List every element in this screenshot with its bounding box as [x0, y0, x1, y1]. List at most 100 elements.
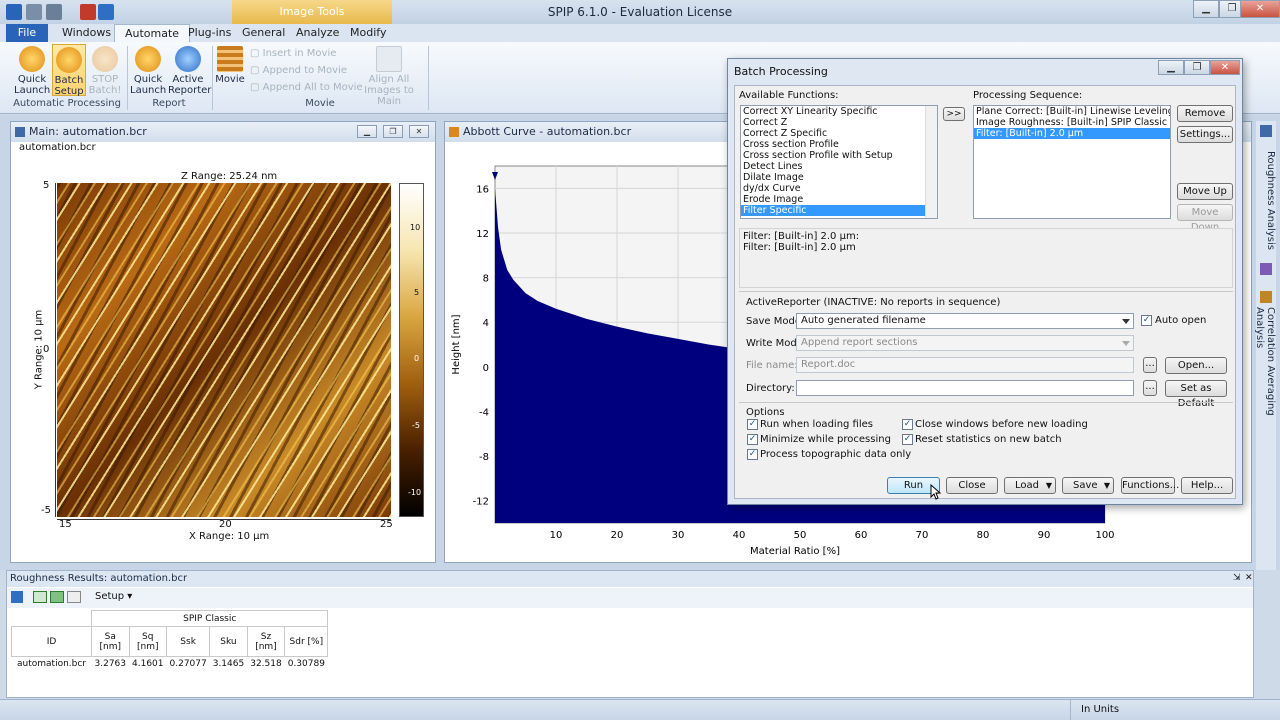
- close-button[interactable]: Close: [946, 477, 998, 494]
- stop-batch-button[interactable]: STOP Batch!: [88, 46, 122, 96]
- browse-file-button[interactable]: ...: [1143, 357, 1157, 373]
- add-function-button[interactable]: >>: [943, 107, 965, 121]
- settings-button[interactable]: Settings...: [1177, 126, 1233, 143]
- functions-button[interactable]: Functions...: [1121, 477, 1179, 494]
- ribbon-separator: [212, 46, 213, 110]
- list-item[interactable]: Correct XY Linearity Specific: [741, 106, 937, 117]
- append-to-movie-button[interactable]: ▢ Append to Movie: [250, 65, 347, 76]
- save-icon[interactable]: [11, 591, 23, 603]
- active-reporter-label: Active Reporter: [168, 74, 212, 96]
- column-header[interactable]: Sz [nm]: [246, 626, 286, 657]
- list-item[interactable]: dy/dx Curve: [741, 183, 937, 194]
- tab-file[interactable]: File: [6, 24, 48, 42]
- column-header[interactable]: Sku: [209, 626, 248, 657]
- table-cell: 0.30789: [287, 658, 325, 669]
- table-view-icon[interactable]: [67, 591, 81, 603]
- table-view-icon[interactable]: [50, 591, 64, 603]
- list-item[interactable]: Erode Image: [741, 194, 937, 205]
- topographic-only-checkbox[interactable]: ✓: [747, 449, 758, 460]
- minimize-icon[interactable]: ▁: [1158, 60, 1184, 75]
- list-item[interactable]: Correct Z: [741, 117, 937, 128]
- remove-button[interactable]: Remove: [1177, 105, 1233, 122]
- close-icon[interactable]: ✕: [1210, 60, 1240, 75]
- quick-launch-button[interactable]: Quick Launch: [14, 46, 50, 96]
- close-icon[interactable]: ✕: [1245, 573, 1253, 583]
- help-button[interactable]: Help...: [1181, 477, 1233, 494]
- movie-button[interactable]: Movie: [214, 46, 246, 85]
- side-tab-roughness[interactable]: Roughness Analysis: [1258, 151, 1276, 261]
- close-windows-checkbox[interactable]: ✓: [902, 419, 913, 430]
- save-button[interactable]: Save ▼: [1062, 477, 1114, 494]
- tab-modify[interactable]: Modify: [340, 24, 396, 42]
- window-caption: Main: automation.bcr ▁ ❐ ✕: [11, 122, 435, 142]
- processing-sequence-list[interactable]: Plane Correct: [Built-in] Linewise Level…: [973, 105, 1171, 219]
- y-tick-label: 8: [483, 274, 489, 285]
- units-status: In Units: [1081, 704, 1120, 715]
- tab-windows[interactable]: Windows: [52, 24, 121, 42]
- table-row[interactable]: automation.bcr 3.2763 4.1601 0.27077 3.1465 3…: [12, 657, 328, 671]
- run-when-loading-checkbox[interactable]: ✓: [747, 419, 758, 430]
- save-label: Save: [1073, 480, 1098, 491]
- maximize-icon[interactable]: ❐: [383, 125, 403, 138]
- file-name-input[interactable]: Report.doc: [796, 357, 1134, 373]
- minimize-icon[interactable]: ▁: [357, 125, 377, 138]
- list-item[interactable]: Cross section Profile: [741, 139, 937, 150]
- description-line: Filter: [Built-in] 2.0 µm:: [743, 231, 860, 242]
- setup-dropdown[interactable]: Setup ▾: [95, 591, 132, 602]
- maximize-icon[interactable]: ❐: [1184, 60, 1210, 75]
- side-tab-correlation[interactable]: Correlation Averaging Analysis: [1254, 307, 1276, 447]
- chart-icon: [449, 127, 459, 137]
- open-button[interactable]: Open...: [1165, 357, 1227, 374]
- active-reporter-button[interactable]: Active Reporter: [168, 46, 212, 96]
- panel-toolbar: Setup ▾: [7, 588, 1253, 608]
- write-mode-select[interactable]: Append report sections: [796, 335, 1134, 351]
- insert-in-movie-button[interactable]: ▢ Insert in Movie: [250, 48, 336, 59]
- reset-statistics-checkbox[interactable]: ✓: [902, 434, 913, 445]
- close-icon[interactable]: ✕: [1240, 0, 1280, 18]
- batch-setup-button[interactable]: Batch Setup: [52, 44, 86, 97]
- roughness-table: SPIP Classic ID Sa [nm] Sq [nm] Ssk Sku Sz [n…: [11, 610, 329, 671]
- x-tick-label: 90: [1038, 530, 1051, 541]
- list-item[interactable]: Cross section Profile with Setup: [741, 150, 937, 161]
- close-icon[interactable]: ✕: [409, 125, 429, 138]
- x-tick-label: 80: [977, 530, 990, 541]
- minimize-icon[interactable]: ▁: [1193, 0, 1219, 18]
- chevron-down-icon: [1122, 319, 1130, 324]
- column-header[interactable]: ID: [11, 626, 92, 657]
- move-up-button[interactable]: Move Up: [1177, 183, 1233, 200]
- list-item[interactable]: Plane Correct: [Built-in] Linewise Level…: [974, 106, 1170, 117]
- auto-open-checkbox[interactable]: ✓: [1141, 315, 1152, 326]
- afm-height-image[interactable]: [57, 183, 391, 517]
- list-item[interactable]: Filter Specific: [741, 205, 937, 216]
- available-functions-list[interactable]: Correct XY Linearity Specific Correct Z Co…: [740, 105, 938, 219]
- x-tick-label: 70: [916, 530, 929, 541]
- table-view-icon[interactable]: [33, 591, 47, 603]
- scrollbar[interactable]: [925, 106, 937, 218]
- column-header[interactable]: Ssk: [165, 626, 211, 657]
- directory-input[interactable]: [796, 380, 1134, 396]
- append-all-to-movie-button[interactable]: ▢ Append All to Movie: [250, 82, 363, 93]
- save-mode-select[interactable]: Auto generated filename: [796, 313, 1134, 329]
- set-as-default-button[interactable]: Set as Default: [1165, 380, 1227, 409]
- minimize-while-processing-checkbox[interactable]: ✓: [747, 434, 758, 445]
- move-down-button[interactable]: Move Down: [1177, 204, 1233, 233]
- quick-launch-report-button[interactable]: Quick Launch: [130, 46, 166, 96]
- browse-directory-button[interactable]: ...: [1143, 380, 1157, 396]
- list-item[interactable]: Correct Z Specific: [741, 128, 937, 139]
- panel-title: Roughness Results: automation.bcr: [7, 571, 1253, 587]
- x-axis-title: X Range: 10 µm: [189, 531, 270, 542]
- column-header[interactable]: Sa [nm]: [91, 626, 130, 657]
- list-item[interactable]: Dilate Image: [741, 172, 937, 183]
- stop-batch-label: STOP Batch!: [88, 74, 122, 96]
- column-header[interactable]: Sdr [%]: [284, 626, 329, 657]
- pin-icon[interactable]: ⇲: [1233, 573, 1241, 583]
- ribbon-tabs: File Windows Automate Plug-ins General A…: [0, 24, 1280, 42]
- x-tick-label: 40: [733, 530, 746, 541]
- list-item[interactable]: Filter: [Built-in] 2.0 µm: [974, 128, 1170, 139]
- list-item[interactable]: Image Roughness: [Built-in] SPIP Classic…: [974, 117, 1170, 128]
- column-header[interactable]: Sq [nm]: [128, 626, 167, 657]
- dialog-body: Available Functions: Correct XY Linearit…: [734, 85, 1236, 500]
- list-item[interactable]: Detect Lines: [741, 161, 937, 172]
- dialog-title: Batch Processing: [734, 65, 828, 78]
- load-button[interactable]: Load ▼: [1004, 477, 1056, 494]
